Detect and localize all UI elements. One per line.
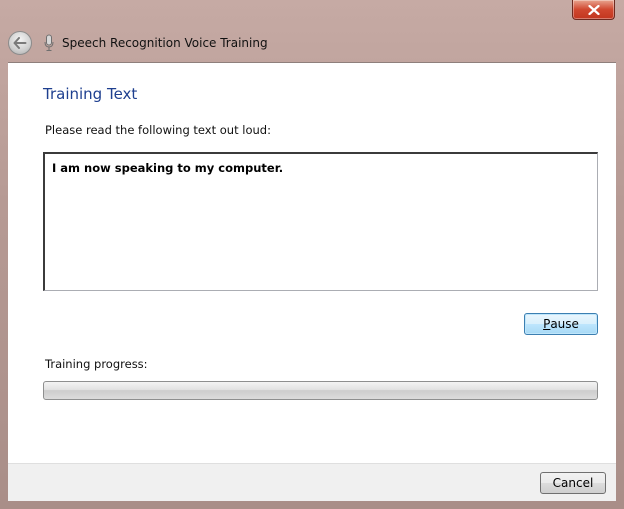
training-sentence: I am now speaking to my computer.	[52, 161, 284, 175]
progress-label: Training progress:	[45, 357, 148, 371]
instruction-label: Please read the following text out loud:	[45, 123, 271, 137]
back-button[interactable]	[8, 31, 32, 55]
close-button[interactable]	[572, 0, 615, 20]
training-text-box: I am now speaking to my computer.	[43, 152, 598, 291]
back-arrow-icon	[13, 37, 27, 49]
wizard-content: Training Text Please read the following …	[8, 62, 616, 463]
microphone-icon	[44, 34, 54, 51]
title-bar: Speech Recognition Voice Training	[0, 26, 624, 62]
pause-button-mnemonic: P	[543, 317, 551, 331]
window-title: Speech Recognition Voice Training	[62, 36, 268, 50]
page-heading: Training Text	[43, 85, 138, 103]
pause-button[interactable]: Pause	[524, 313, 598, 335]
training-progress-bar	[43, 381, 598, 400]
dialog-window: Speech Recognition Voice Training Traini…	[0, 0, 624, 509]
close-icon	[587, 4, 600, 15]
dialog-footer: Cancel	[8, 463, 616, 501]
cancel-button[interactable]: Cancel	[540, 472, 606, 494]
pause-button-label: ause	[550, 317, 579, 331]
